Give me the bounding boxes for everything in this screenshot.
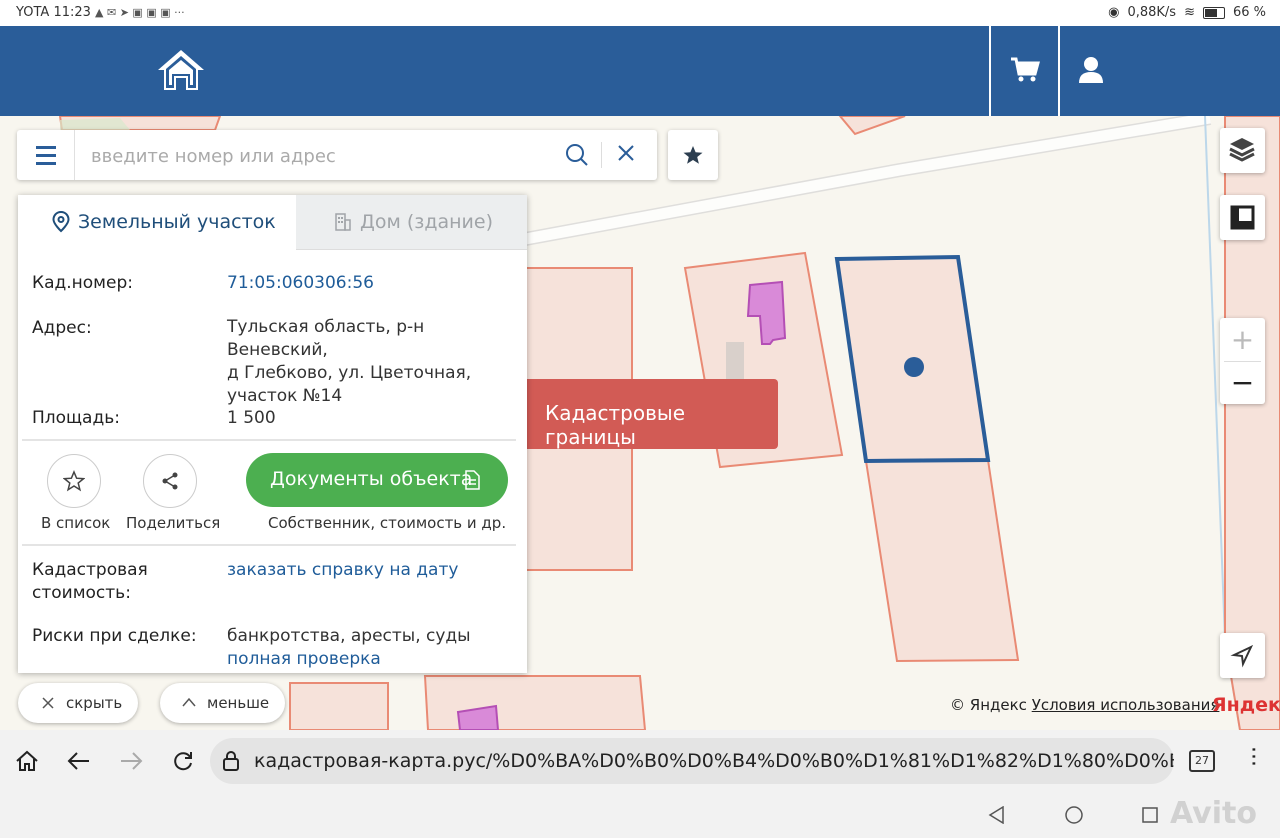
yandex-logo: Яндекс <box>1212 694 1280 716</box>
reload-icon[interactable] <box>172 750 194 772</box>
object-info-panel: Земельный участок Дом (здание) Кад.номер… <box>18 195 527 673</box>
avito-watermark: Avito <box>1170 796 1257 831</box>
locate-button[interactable] <box>1220 633 1265 678</box>
more-options-icon[interactable]: ··· <box>1240 746 1265 767</box>
cad-number-label: Кад.номер: <box>32 273 133 293</box>
cadastral-boundaries-label: Кадастровые границы <box>545 401 685 449</box>
home-icon[interactable] <box>15 750 39 772</box>
home-circle-icon[interactable] <box>1064 805 1084 825</box>
close-icon <box>618 145 634 161</box>
star-icon <box>683 146 703 164</box>
eye-icon: ◉ <box>1108 5 1120 20</box>
search-input[interactable] <box>89 142 563 170</box>
star-outline-icon <box>63 470 85 492</box>
user-icon <box>1079 57 1103 83</box>
clear-search-button[interactable] <box>617 144 635 166</box>
zoom-out-button[interactable]: − <box>1220 361 1265 404</box>
wifi-icon: ≋ <box>1184 5 1195 20</box>
chevron-up-icon <box>182 697 196 707</box>
less-label: меньше <box>207 694 270 712</box>
documents-button-label: Документы объекта <box>270 468 473 490</box>
collapse-panel-button[interactable]: меньше <box>160 683 285 723</box>
recents-square-icon[interactable] <box>1141 806 1159 824</box>
area-label: Площадь: <box>32 408 120 428</box>
status-bar: YOTA 11:23 ▲ ✉ ➤ ▣ ▣ ▣ ··· ◉ 0,88K/s ≋ 6… <box>0 0 1280 26</box>
clock: 11:23 <box>53 5 91 20</box>
panel-tabs: Земельный участок Дом (здание) <box>18 195 527 250</box>
home-icon <box>158 50 204 90</box>
carrier: YOTA <box>16 5 50 20</box>
system-nav-bar <box>0 792 1280 838</box>
parcel-marker <box>904 357 924 377</box>
site-header <box>0 26 1280 116</box>
hide-label: скрыть <box>66 694 123 712</box>
object-documents-button[interactable]: Документы объекта <box>246 453 508 507</box>
cad-number-value[interactable]: 71:05:060306:56 <box>227 272 374 295</box>
search-divider <box>601 142 602 168</box>
status-right: ◉ 0,88K/s ≋ 66 % <box>1108 5 1266 20</box>
network-speed: 0,88K/s <box>1127 5 1177 20</box>
zoom-in-button[interactable]: + <box>1220 318 1265 361</box>
share-button[interactable] <box>143 454 197 508</box>
address-value: Тульская область, р-н Веневский, д Глебк… <box>227 317 472 406</box>
ruler-icon <box>1230 205 1255 230</box>
account-button[interactable] <box>1078 56 1104 88</box>
hide-panel-button[interactable]: скрыть <box>18 683 138 723</box>
browser-toolbar: кадастровая-карта.рус/%D0%BA%D0%B0%D0%B4… <box>0 730 1280 792</box>
lock-icon <box>223 751 239 771</box>
share-icon <box>162 472 178 490</box>
notification-icons: ▲ ✉ ➤ ▣ ▣ ▣ ··· <box>95 6 185 19</box>
order-certificate-link[interactable]: заказать справку на дату <box>227 559 458 582</box>
close-icon <box>42 697 54 709</box>
search-icon <box>566 144 588 166</box>
header-divider <box>989 26 991 116</box>
risks-value: банкротства, аресты, суды полная проверк… <box>227 626 471 671</box>
layers-button[interactable] <box>1220 128 1265 173</box>
tab-land-plot-label: Земельный участок <box>78 211 276 233</box>
zoom-controls: + − <box>1220 318 1265 404</box>
map-pin-icon <box>52 211 70 233</box>
url-text: кадастровая-карта.рус/%D0%BA%D0%B0%D0%B4… <box>254 750 1174 772</box>
risks-label: Риски при сделке: <box>32 626 197 646</box>
back-triangle-icon[interactable] <box>988 806 1006 824</box>
address-label: Адрес: <box>32 318 92 338</box>
cadastral-boundaries-toggle[interactable]: Кадастровые границы <box>527 379 778 449</box>
home-button[interactable] <box>156 48 206 92</box>
cad-value-label: Кадастровая стоимость: <box>32 560 148 603</box>
ruler-button[interactable] <box>1220 195 1265 240</box>
battery-level: 66 % <box>1232 5 1266 20</box>
share-label: Поделиться <box>126 514 221 532</box>
area-value: 1 500 <box>227 408 276 428</box>
documents-subtitle: Собственник, стоимость и др. <box>268 514 507 532</box>
divider <box>22 439 516 441</box>
favorites-button[interactable] <box>668 130 718 180</box>
building-icon <box>335 213 351 231</box>
address-bar[interactable]: кадастровая-карта.рус/%D0%BA%D0%B0%D0%B4… <box>210 738 1174 784</box>
tab-building-label: Дом (здание) <box>360 211 494 233</box>
search-bar <box>17 130 657 180</box>
status-left: YOTA 11:23 ▲ ✉ ➤ ▣ ▣ ▣ ··· <box>16 5 185 20</box>
header-divider <box>1058 26 1060 116</box>
forward-icon[interactable] <box>119 751 143 771</box>
layers-icon <box>1229 138 1255 162</box>
back-icon[interactable] <box>67 751 91 771</box>
menu-icon <box>36 146 56 149</box>
full-check-link[interactable]: полная проверка <box>227 648 471 671</box>
terms-link[interactable]: Условия использования <box>1032 696 1220 714</box>
cart-button[interactable] <box>1010 56 1040 88</box>
add-to-list-button[interactable] <box>47 454 101 508</box>
battery-icon <box>1202 6 1225 19</box>
navigation-arrow-icon <box>1230 644 1254 668</box>
search-button[interactable] <box>565 143 589 171</box>
menu-button[interactable] <box>17 130 75 180</box>
cart-icon <box>1011 57 1040 82</box>
tab-switcher-button[interactable]: 27 <box>1189 750 1215 772</box>
tab-building[interactable]: Дом (здание) <box>296 195 527 250</box>
tab-land-plot[interactable]: Земельный участок <box>18 195 296 249</box>
map-attribution: © Яндекс Условия использования <box>950 696 1220 714</box>
document-icon <box>465 470 480 490</box>
add-to-list-label: В список <box>41 514 111 532</box>
divider <box>22 544 516 546</box>
